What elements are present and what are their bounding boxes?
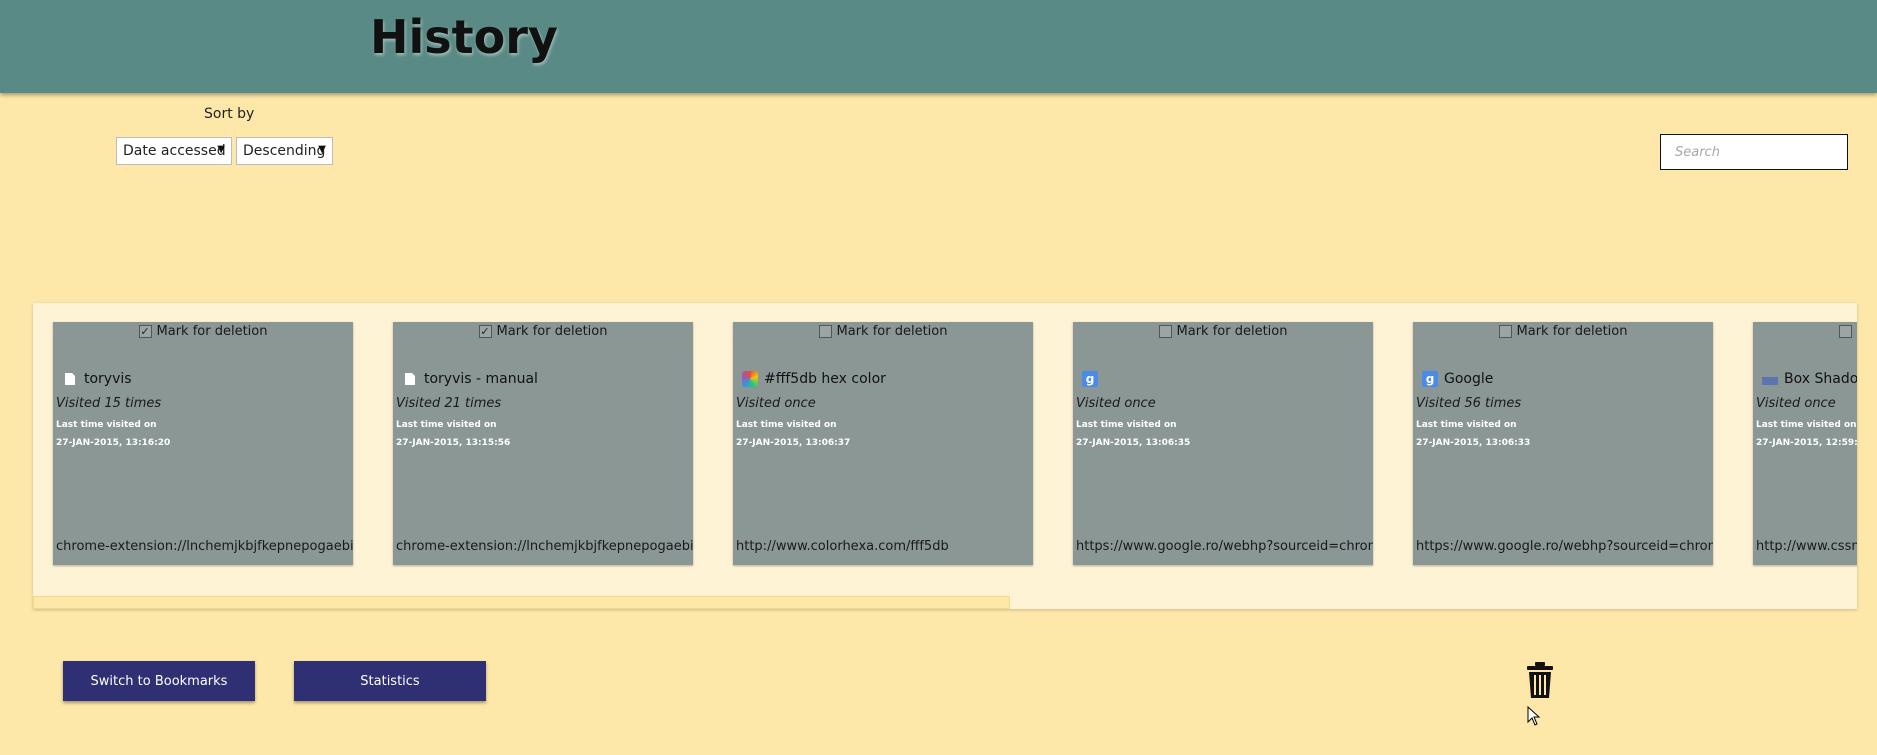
card-title-row[interactable]: toryvis - manual bbox=[402, 371, 538, 387]
checkbox[interactable] bbox=[818, 325, 832, 338]
mark-for-deletion[interactable]: Mark for deletion bbox=[1753, 324, 1857, 339]
search-input[interactable] bbox=[1660, 134, 1848, 170]
last-visited-label: Last time visited on bbox=[1416, 420, 1517, 430]
visit-count: Visited 56 times bbox=[1416, 396, 1522, 411]
google-icon: g bbox=[1082, 371, 1098, 387]
history-card[interactable]: ✓ Mark for deletion toryvis - manual Visite… bbox=[393, 322, 693, 565]
mark-for-deletion-label: Mark for deletion bbox=[496, 324, 608, 339]
card-url[interactable]: https://www.google.ro/webhp?sourceid=chr… bbox=[1076, 539, 1373, 554]
page-title: History bbox=[370, 10, 558, 64]
history-card[interactable]: Mark for deletion Box Shadow Visited once L… bbox=[1753, 322, 1857, 565]
mark-for-deletion[interactable]: ✓ Mark for deletion bbox=[53, 324, 353, 339]
history-panel: ✓ Mark for deletion toryvis Visited 15 time… bbox=[33, 303, 1857, 609]
box-shadow-icon bbox=[1762, 377, 1778, 385]
history-card[interactable]: Mark for deletion #fff5db hex color Visite… bbox=[733, 322, 1033, 565]
checkbox[interactable] bbox=[1838, 325, 1852, 338]
visit-count: Visited 21 times bbox=[396, 396, 502, 411]
trash-icon[interactable] bbox=[1525, 661, 1555, 699]
card-title: #fff5db hex color bbox=[764, 371, 886, 387]
horizontal-scrollbar[interactable] bbox=[33, 596, 1010, 609]
visit-count: Visited once bbox=[1756, 396, 1836, 411]
mouse-cursor-icon bbox=[1527, 706, 1541, 726]
last-visited-date: 27-JAN-2015, 13:06:33 bbox=[1416, 438, 1531, 448]
sort-order-select[interactable]: Descending ▼ bbox=[236, 137, 333, 165]
document-icon bbox=[402, 371, 418, 387]
checked-checkbox[interactable]: ✓ bbox=[478, 325, 492, 338]
card-url[interactable]: chrome-extension://lnchemjkbjfkepnepogae… bbox=[56, 539, 353, 554]
mark-for-deletion-label: Mark for deletion bbox=[836, 324, 948, 339]
mark-for-deletion-label: Mark for deletion bbox=[156, 324, 268, 339]
last-visited-label: Last time visited on bbox=[1756, 420, 1857, 430]
document-icon bbox=[62, 371, 78, 387]
card-title: Google bbox=[1444, 371, 1494, 387]
google-icon: g bbox=[1422, 371, 1438, 387]
mark-for-deletion-label: Mark for deletion bbox=[1516, 324, 1628, 339]
card-url[interactable]: http://www.cssm bbox=[1756, 539, 1857, 554]
sort-order-value: Descending bbox=[243, 143, 326, 159]
card-title-row[interactable]: Box Shadow bbox=[1762, 371, 1857, 387]
card-title: toryvis bbox=[84, 371, 132, 387]
colorhexa-icon bbox=[742, 371, 758, 387]
checked-checkbox[interactable]: ✓ bbox=[138, 325, 152, 338]
mark-for-deletion-label: Mark for deletion bbox=[1176, 324, 1288, 339]
mark-for-deletion[interactable]: Mark for deletion bbox=[1073, 324, 1373, 339]
dropdown-arrow-icon: ▼ bbox=[217, 144, 225, 155]
last-visited-date: 27-JAN-2015, 13:06:37 bbox=[736, 438, 851, 448]
checkbox[interactable] bbox=[1498, 325, 1512, 338]
card-title-row[interactable]: g bbox=[1082, 371, 1104, 387]
last-visited-label: Last time visited on bbox=[56, 420, 157, 430]
switch-to-bookmarks-button[interactable]: Switch to Bookmarks bbox=[63, 661, 255, 701]
sort-field-value: Date accessed bbox=[123, 143, 226, 159]
card-url[interactable]: chrome-extension://lnchemjkbjfkepnepogae… bbox=[396, 539, 693, 554]
card-title: toryvis - manual bbox=[424, 371, 538, 387]
dropdown-arrow-icon: ▼ bbox=[318, 144, 326, 155]
card-title-row[interactable]: g Google bbox=[1422, 371, 1493, 387]
card-title: Box Shadow bbox=[1784, 371, 1857, 387]
last-visited-label: Last time visited on bbox=[736, 420, 837, 430]
visit-count: Visited once bbox=[736, 396, 816, 411]
last-visited-label: Last time visited on bbox=[1076, 420, 1177, 430]
visit-count: Visited once bbox=[1076, 396, 1156, 411]
card-title-row[interactable]: #fff5db hex color bbox=[742, 371, 886, 387]
last-visited-date: 27-JAN-2015, 13:15:56 bbox=[396, 438, 511, 448]
last-visited-date: 27-JAN-2015, 13:16:20 bbox=[56, 438, 171, 448]
checkbox[interactable] bbox=[1158, 325, 1172, 338]
card-url[interactable]: http://www.colorhexa.com/fff5db bbox=[736, 539, 949, 554]
card-url[interactable]: https://www.google.ro/webhp?sourceid=chr… bbox=[1416, 539, 1713, 554]
mark-for-deletion[interactable]: Mark for deletion bbox=[1413, 324, 1713, 339]
last-visited-date: 27-JAN-2015, 12:59:42 bbox=[1756, 438, 1857, 448]
history-card[interactable]: Mark for deletion g Visited once Last time … bbox=[1073, 322, 1373, 565]
sort-label: Sort by bbox=[204, 106, 255, 122]
header-bar: History bbox=[0, 0, 1877, 93]
visit-count: Visited 15 times bbox=[56, 396, 162, 411]
history-card[interactable]: Mark for deletion g Google Visited 56 times… bbox=[1413, 322, 1713, 565]
last-visited-label: Last time visited on bbox=[396, 420, 497, 430]
card-title-row[interactable]: toryvis bbox=[62, 371, 132, 387]
mark-for-deletion[interactable]: ✓ Mark for deletion bbox=[393, 324, 693, 339]
sort-field-select[interactable]: Date accessed ▼ bbox=[116, 137, 232, 165]
mark-for-deletion[interactable]: Mark for deletion bbox=[733, 324, 1033, 339]
history-card[interactable]: ✓ Mark for deletion toryvis Visited 15 time… bbox=[53, 322, 353, 565]
last-visited-date: 27-JAN-2015, 13:06:35 bbox=[1076, 438, 1191, 448]
statistics-button[interactable]: Statistics bbox=[294, 661, 486, 701]
